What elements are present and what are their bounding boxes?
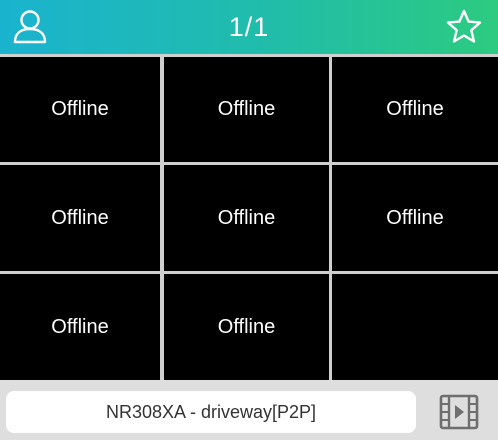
top-bar: 1/1	[0, 0, 498, 54]
camera-tile-5[interactable]: Offline	[164, 165, 329, 271]
playback-film-icon	[439, 394, 479, 430]
bottom-bar: NR308XA - driveway[P2P]	[0, 380, 498, 440]
camera-status: Offline	[217, 315, 276, 338]
camera-status: Offline	[386, 98, 444, 120]
camera-status: Offline	[217, 98, 276, 120]
device-selector[interactable]: NR308XA - driveway[P2P]	[6, 391, 416, 433]
favorites-button[interactable]	[444, 7, 484, 47]
camera-grid: Offline Offline Offline Offline Offline …	[0, 54, 498, 380]
camera-status: Offline	[386, 206, 444, 229]
camera-tile-8[interactable]: Offline	[164, 274, 329, 380]
device-name: NR308XA - driveway[P2P]	[105, 401, 317, 422]
camera-tile-3[interactable]: Offline	[332, 57, 498, 162]
playback-button[interactable]	[438, 393, 480, 431]
camera-status: Offline	[217, 206, 276, 229]
camera-status: Offline	[51, 206, 109, 229]
camera-status: Offline	[51, 315, 109, 338]
camera-tile-7[interactable]: Offline	[0, 274, 160, 380]
camera-tile-1[interactable]: Offline	[0, 57, 160, 162]
camera-tile-4[interactable]: Offline	[0, 165, 160, 271]
page-indicator: 1/1	[228, 12, 270, 42]
camera-tile-2[interactable]: Offline	[164, 57, 329, 162]
camera-tile-9[interactable]	[332, 274, 498, 380]
camera-tile-6[interactable]: Offline	[332, 165, 498, 271]
camera-status: Offline	[51, 98, 109, 120]
star-icon	[446, 9, 482, 43]
